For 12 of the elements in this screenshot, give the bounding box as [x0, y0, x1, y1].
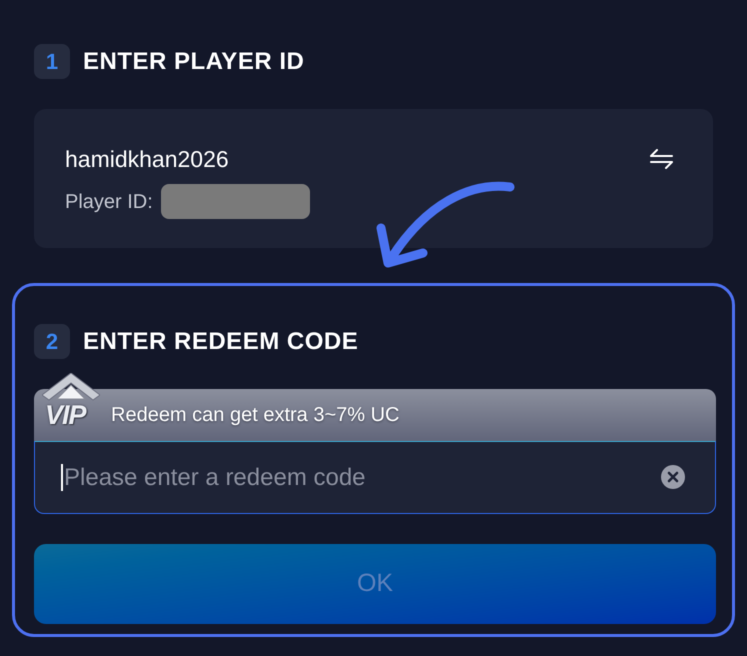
step-title: ENTER REDEEM CODE	[83, 330, 358, 354]
redeem-code-field[interactable]: Please enter a redeem code	[34, 441, 716, 514]
text-caret	[61, 464, 63, 491]
swap-icon[interactable]	[650, 149, 673, 169]
vip-label: VIP	[45, 401, 86, 429]
player-username: hamidkhan2026	[65, 146, 229, 172]
step-number-badge: 2	[34, 324, 70, 359]
step-title: ENTER PLAYER ID	[83, 50, 304, 74]
player-id-label: Player ID:	[65, 190, 153, 214]
clear-icon[interactable]	[661, 465, 685, 489]
step-number-badge: 1	[34, 44, 70, 79]
vip-promo-text: Redeem can get extra 3~7% UC	[111, 403, 400, 428]
